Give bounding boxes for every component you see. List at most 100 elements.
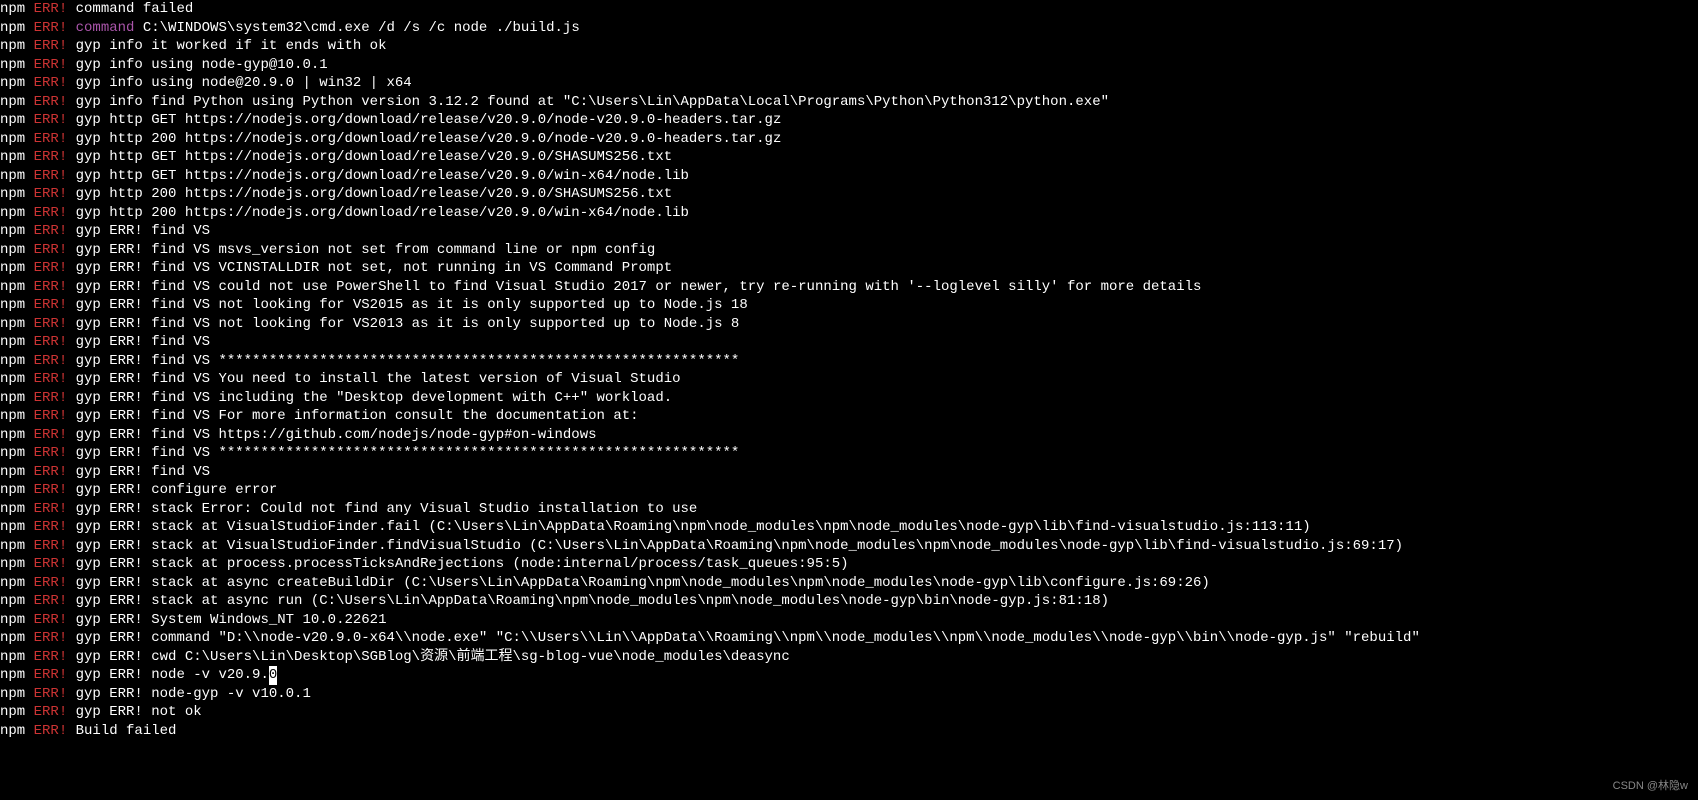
npm-prefix: npm xyxy=(0,241,34,260)
line-content: gyp http 200 https://nodejs.org/download… xyxy=(76,130,782,149)
watermark: CSDN @林隐w xyxy=(1613,777,1688,796)
line-content: command failed xyxy=(76,0,194,19)
err-label: ERR! xyxy=(34,722,76,741)
terminal-line: npm ERR! gyp ERR! find VS https://github… xyxy=(0,426,1698,445)
line-content: gyp ERR! find VS not looking for VS2013 … xyxy=(76,315,740,334)
line-content: gyp http GET https://nodejs.org/download… xyxy=(76,111,782,130)
err-label: ERR! xyxy=(34,0,76,19)
npm-prefix: npm xyxy=(0,56,34,75)
npm-prefix: npm xyxy=(0,555,34,574)
line-content: gyp ERR! find VS xyxy=(76,333,210,352)
line-content: gyp ERR! stack at async run (C:\Users\Li… xyxy=(76,592,1109,611)
terminal-line: npm ERR! command failed xyxy=(0,0,1698,19)
terminal-line: npm ERR! gyp ERR! find VS **************… xyxy=(0,444,1698,463)
line-content: gyp http 200 https://nodejs.org/download… xyxy=(76,185,673,204)
terminal-line: npm ERR! gyp ERR! stack at VisualStudioF… xyxy=(0,518,1698,537)
terminal-line: npm ERR! gyp ERR! find VS VCINSTALLDIR n… xyxy=(0,259,1698,278)
line-content: gyp ERR! find VS ***********************… xyxy=(76,444,740,463)
err-label: ERR! xyxy=(34,426,76,445)
line-content: gyp ERR! stack at VisualStudioFinder.fin… xyxy=(76,537,1403,556)
npm-prefix: npm xyxy=(0,0,34,19)
npm-prefix: npm xyxy=(0,130,34,149)
line-content: gyp ERR! stack at process.processTicksAn… xyxy=(76,555,849,574)
err-label: ERR! xyxy=(34,611,76,630)
err-label: ERR! xyxy=(34,592,76,611)
terminal-line: npm ERR! gyp http GET https://nodejs.org… xyxy=(0,111,1698,130)
terminal-line: npm ERR! gyp ERR! node -v v20.9.0 xyxy=(0,666,1698,685)
err-label: ERR! xyxy=(34,167,76,186)
npm-prefix: npm xyxy=(0,370,34,389)
err-label: ERR! xyxy=(34,148,76,167)
npm-prefix: npm xyxy=(0,222,34,241)
line-content: gyp ERR! find VS For more information co… xyxy=(76,407,639,426)
terminal-line: npm ERR! gyp ERR! find VS xyxy=(0,333,1698,352)
npm-prefix: npm xyxy=(0,185,34,204)
npm-prefix: npm xyxy=(0,592,34,611)
npm-prefix: npm xyxy=(0,666,34,685)
line-content: gyp http GET https://nodejs.org/download… xyxy=(76,148,673,167)
npm-prefix: npm xyxy=(0,629,34,648)
line-content: gyp ERR! stack Error: Could not find any… xyxy=(76,500,698,519)
line-content: gyp ERR! find VS https://github.com/node… xyxy=(76,426,597,445)
npm-prefix: npm xyxy=(0,352,34,371)
err-label: ERR! xyxy=(34,463,76,482)
err-label: ERR! xyxy=(34,222,76,241)
line-content: gyp ERR! find VS could not use PowerShel… xyxy=(76,278,1202,297)
err-label: ERR! xyxy=(34,278,76,297)
line-content: gyp ERR! node-gyp -v v10.0.1 xyxy=(76,685,311,704)
err-label: ERR! xyxy=(34,574,76,593)
err-label: ERR! xyxy=(34,111,76,130)
npm-prefix: npm xyxy=(0,685,34,704)
terminal-line: npm ERR! gyp info it worked if it ends w… xyxy=(0,37,1698,56)
npm-prefix: npm xyxy=(0,703,34,722)
err-label: ERR! xyxy=(34,666,76,685)
err-label: ERR! xyxy=(34,407,76,426)
npm-prefix: npm xyxy=(0,259,34,278)
line-content: gyp ERR! find VS not looking for VS2015 … xyxy=(76,296,748,315)
npm-prefix: npm xyxy=(0,389,34,408)
npm-prefix: npm xyxy=(0,19,34,38)
terminal-line: npm ERR! gyp ERR! configure error xyxy=(0,481,1698,500)
npm-prefix: npm xyxy=(0,611,34,630)
terminal-line: npm ERR! gyp ERR! find VS For more infor… xyxy=(0,407,1698,426)
err-label: ERR! xyxy=(34,444,76,463)
err-label: ERR! xyxy=(34,537,76,556)
line-content: Build failed xyxy=(76,722,177,741)
npm-prefix: npm xyxy=(0,574,34,593)
terminal-line: npm ERR! gyp info find Python using Pyth… xyxy=(0,93,1698,112)
line-content: gyp info find Python using Python versio… xyxy=(76,93,1109,112)
err-label: ERR! xyxy=(34,296,76,315)
npm-prefix: npm xyxy=(0,333,34,352)
err-label: ERR! xyxy=(34,555,76,574)
line-content: gyp ERR! cwd C:\Users\Lin\Desktop\SGBlog… xyxy=(76,648,790,667)
err-label: ERR! xyxy=(34,703,76,722)
line-content: gyp http 200 https://nodejs.org/download… xyxy=(76,204,689,223)
terminal-line: npm ERR! gyp ERR! command "D:\\node-v20.… xyxy=(0,629,1698,648)
npm-prefix: npm xyxy=(0,315,34,334)
terminal-line: npm ERR! gyp ERR! stack at VisualStudioF… xyxy=(0,537,1698,556)
line-content: gyp ERR! not ok xyxy=(76,703,202,722)
terminal-output[interactable]: npm ERR! command failednpm ERR! command … xyxy=(0,0,1698,740)
err-label: ERR! xyxy=(34,481,76,500)
npm-prefix: npm xyxy=(0,444,34,463)
npm-prefix: npm xyxy=(0,500,34,519)
err-label: ERR! xyxy=(34,93,76,112)
npm-prefix: npm xyxy=(0,278,34,297)
npm-prefix: npm xyxy=(0,167,34,186)
cursor: 0 xyxy=(269,666,277,685)
err-label: ERR! xyxy=(34,685,76,704)
npm-prefix: npm xyxy=(0,93,34,112)
terminal-line: npm ERR! gyp ERR! find VS not looking fo… xyxy=(0,296,1698,315)
npm-prefix: npm xyxy=(0,74,34,93)
line-content: gyp ERR! find VS msvs_version not set fr… xyxy=(76,241,656,260)
err-label: ERR! xyxy=(34,204,76,223)
terminal-line: npm ERR! command C:\WINDOWS\system32\cmd… xyxy=(0,19,1698,38)
line-content: gyp info using node-gyp@10.0.1 xyxy=(76,56,328,75)
err-label: ERR! xyxy=(34,37,76,56)
line-content: C:\WINDOWS\system32\cmd.exe /d /s /c nod… xyxy=(143,19,580,38)
err-label: ERR! xyxy=(34,185,76,204)
terminal-line: npm ERR! gyp info using node@20.9.0 | wi… xyxy=(0,74,1698,93)
line-content: gyp ERR! find VS including the "Desktop … xyxy=(76,389,673,408)
npm-prefix: npm xyxy=(0,204,34,223)
line-content: gyp ERR! node -v v20.9. xyxy=(76,666,269,685)
